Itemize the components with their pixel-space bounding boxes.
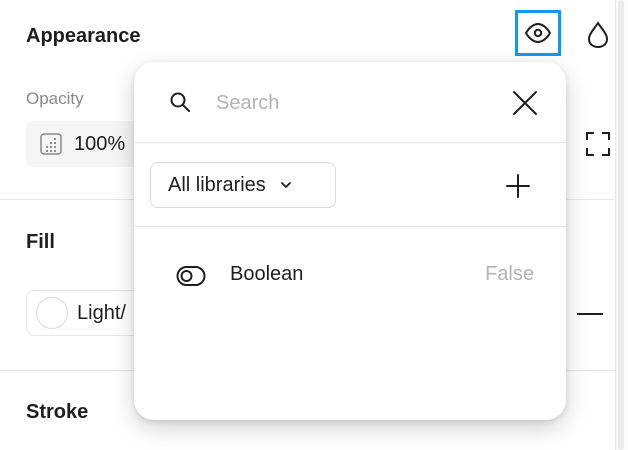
visibility-toggle-button[interactable]: [515, 10, 561, 56]
fill-title: Fill: [26, 231, 55, 253]
popup-divider: [134, 142, 566, 143]
opacity-icon: [40, 133, 62, 155]
appearance-title: Appearance: [26, 25, 141, 47]
expand-button[interactable]: [582, 128, 614, 160]
variable-row-boolean[interactable]: Boolean False: [134, 248, 566, 304]
popup-divider: [134, 226, 566, 227]
library-select-label: All libraries: [168, 173, 266, 196]
scrollbar-thumb[interactable]: [618, 0, 624, 450]
library-select[interactable]: All libraries: [150, 162, 336, 208]
blend-mode-button[interactable]: [582, 18, 614, 52]
remove-fill-button[interactable]: [576, 300, 604, 328]
search-icon: [170, 92, 190, 112]
stroke-title: Stroke: [26, 401, 89, 423]
close-button[interactable]: [510, 88, 540, 118]
eye-icon: [524, 23, 552, 43]
minus-icon: [577, 313, 603, 315]
variable-picker-popup: All libraries Boolean False: [134, 62, 566, 420]
variable-value: False: [485, 263, 534, 285]
corners-icon: [586, 132, 610, 156]
close-icon: [513, 91, 537, 115]
fill-swatch-name: Light/: [77, 301, 126, 324]
drop-icon: [587, 21, 609, 49]
opacity-value: 100%: [74, 132, 126, 155]
add-library-button[interactable]: [502, 170, 534, 202]
variable-name: Boolean: [230, 263, 304, 285]
plus-icon: [506, 174, 530, 198]
search-input[interactable]: [214, 84, 478, 122]
color-swatch: [36, 297, 68, 329]
chevron-down-icon: [280, 182, 291, 188]
panel-scrollbar[interactable]: [615, 0, 628, 450]
opacity-label: Opacity: [26, 89, 84, 108]
search-row: [134, 62, 566, 142]
boolean-toggle-icon: [176, 266, 206, 286]
